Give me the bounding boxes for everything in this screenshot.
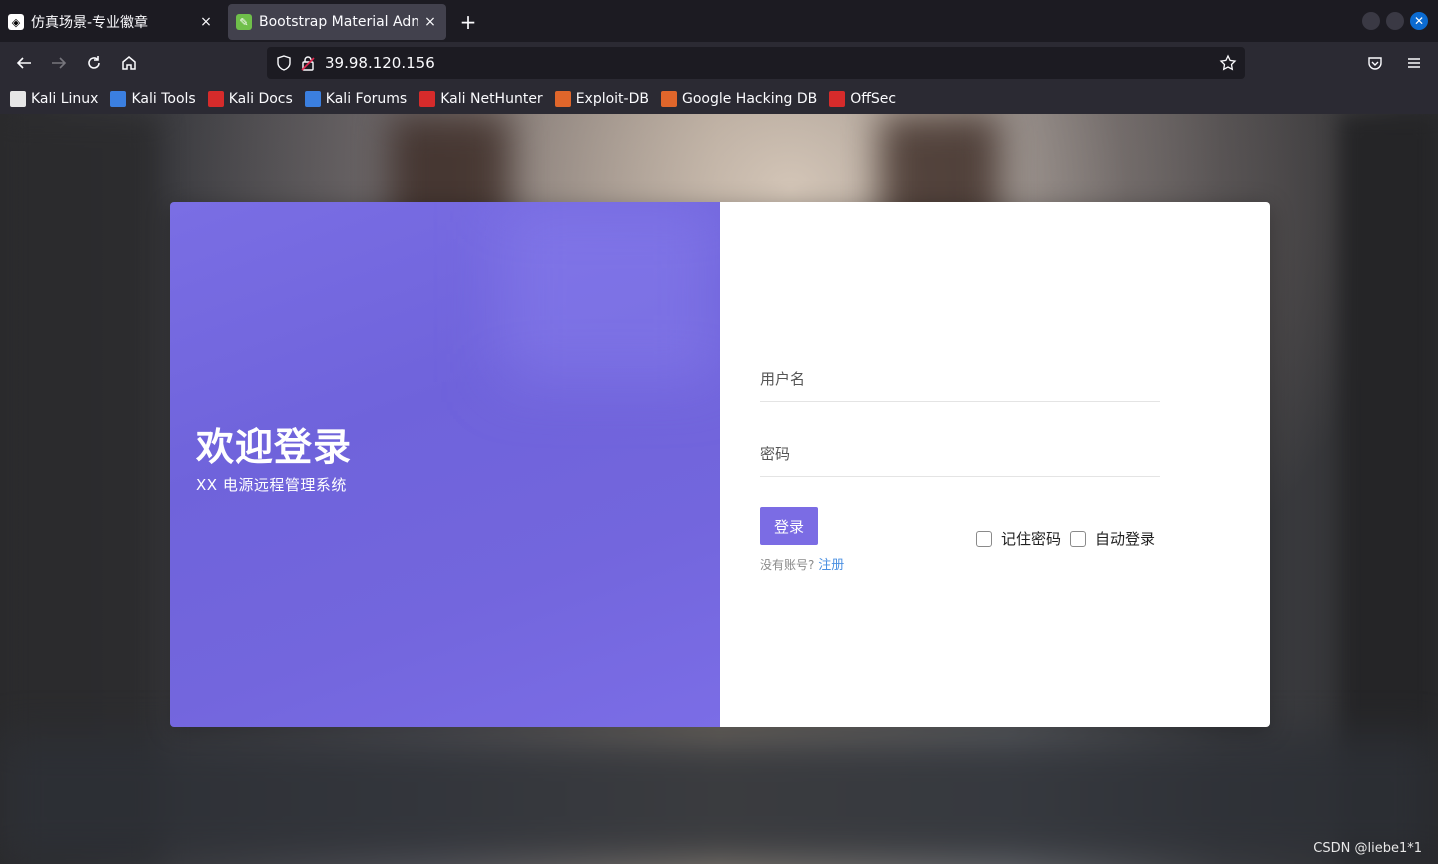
- bookmark-item[interactable]: Kali Linux: [10, 91, 98, 107]
- url-bar[interactable]: 39.98.120.156: [267, 47, 1245, 79]
- insecure-lock-icon[interactable]: [297, 52, 319, 74]
- bookmark-item[interactable]: OffSec: [829, 91, 896, 107]
- shield-icon[interactable]: [273, 52, 295, 74]
- remember-password-label: 记住密码: [1001, 530, 1062, 548]
- bookmark-star-icon[interactable]: [1217, 52, 1239, 74]
- maximize-button[interactable]: [1386, 12, 1404, 30]
- welcome-panel: 欢迎登录 XX 电源远程管理系统: [170, 202, 720, 727]
- home-button[interactable]: [113, 47, 145, 79]
- bookmark-label: Exploit-DB: [575, 91, 649, 107]
- tab-inactive[interactable]: ◈ 仿真场景-专业徽章 ×: [0, 4, 222, 40]
- tab-title: Bootstrap Material Admin: [259, 14, 418, 30]
- window-close-button[interactable]: ✕: [1410, 12, 1428, 30]
- reload-button[interactable]: [78, 47, 110, 79]
- exploit-db-icon: [554, 91, 571, 107]
- home-icon: [122, 56, 136, 70]
- bookmark-label: Kali NetHunter: [440, 91, 543, 107]
- pocket-button[interactable]: [1359, 47, 1391, 79]
- bookmark-item[interactable]: Kali Forums: [304, 91, 408, 107]
- forward-button[interactable]: [43, 47, 75, 79]
- arrow-left-icon: [16, 57, 31, 69]
- bookmark-item[interactable]: Kali Tools: [110, 91, 196, 107]
- bookmarks-toolbar: Kali Linux Kali Tools Kali Docs Kali Forums…: [0, 84, 1438, 114]
- welcome-subtitle: XX 电源远程管理系统: [196, 476, 347, 494]
- bookmark-item[interactable]: Kali Docs: [207, 91, 293, 107]
- hamburger-menu-icon: [1408, 58, 1420, 68]
- tab-title: 仿真场景-专业徽章: [31, 15, 149, 31]
- bookmark-label: Kali Forums: [325, 91, 408, 107]
- bookmark-label: Kali Docs: [228, 91, 293, 107]
- no-account-text: 没有账号?: [760, 558, 815, 572]
- register-prompt: 没有账号? 注册: [760, 554, 844, 573]
- url-text[interactable]: 39.98.120.156: [325, 54, 435, 72]
- kali-forums-icon: [304, 91, 321, 107]
- bookmark-item[interactable]: Exploit-DB: [554, 91, 649, 107]
- arrow-right-icon: [52, 57, 67, 69]
- bookmark-item[interactable]: Kali NetHunter: [419, 91, 543, 107]
- register-link[interactable]: 注册: [818, 558, 844, 573]
- offsec-icon: [829, 91, 846, 107]
- new-tab-button[interactable]: +: [453, 7, 483, 37]
- login-form: 登录 没有账号? 注册 记住密码 自动登录: [720, 202, 1270, 727]
- remember-password-checkbox[interactable]: [976, 530, 992, 547]
- back-button[interactable]: [8, 47, 40, 79]
- tab-active[interactable]: ✎ Bootstrap Material Admin ×: [228, 4, 446, 40]
- kali-nethunter-icon: [419, 91, 436, 107]
- password-input[interactable]: [760, 431, 1160, 477]
- bookmark-label: Google Hacking DB: [681, 91, 818, 107]
- navigation-toolbar: 39.98.120.156: [0, 42, 1438, 84]
- welcome-title: 欢迎登录: [196, 425, 353, 469]
- pocket-icon: [1368, 57, 1382, 70]
- kali-tools-icon: [110, 91, 127, 107]
- auto-login-label: 自动登录: [1095, 530, 1156, 548]
- tab-close-icon[interactable]: ×: [422, 14, 438, 30]
- auto-login-option[interactable]: 自动登录: [1070, 528, 1155, 549]
- tab-close-icon[interactable]: ×: [198, 14, 214, 30]
- kali-dragon-icon: [10, 91, 26, 107]
- reload-icon: [88, 56, 100, 69]
- kali-docs-icon: [207, 91, 224, 107]
- login-options: 记住密码 自动登录: [976, 528, 1164, 549]
- ghdb-icon: [660, 91, 677, 107]
- menu-button[interactable]: [1398, 47, 1430, 79]
- bookmark-label: Kali Tools: [131, 91, 196, 107]
- window-controls: ✕: [1362, 12, 1428, 30]
- bootstrap-leaf-icon: ✎: [236, 14, 252, 30]
- bookmark-label: Kali Linux: [31, 91, 99, 107]
- username-input[interactable]: [760, 356, 1160, 402]
- login-button[interactable]: 登录: [760, 507, 818, 545]
- tab-strip: ◈ 仿真场景-专业徽章 × ✎ Bootstrap Material Admin…: [0, 0, 1438, 42]
- login-card: 欢迎登录 XX 电源远程管理系统 登录 没有账号? 注册 记住密码 自动登录: [170, 202, 1270, 727]
- bookmark-label: OffSec: [850, 91, 897, 107]
- bookmark-item[interactable]: Google Hacking DB: [660, 91, 818, 107]
- page-viewport: 欢迎登录 XX 电源远程管理系统 登录 没有账号? 注册 记住密码 自动登录: [0, 114, 1438, 864]
- toolbar-right: [1356, 47, 1430, 79]
- minimize-button[interactable]: [1362, 12, 1380, 30]
- auto-login-checkbox[interactable]: [1070, 530, 1087, 547]
- watermark: CSDN @liebe1*1: [1313, 841, 1422, 856]
- site-favicon-icon: ◈: [8, 14, 24, 30]
- remember-password-option[interactable]: 记住密码: [976, 528, 1061, 549]
